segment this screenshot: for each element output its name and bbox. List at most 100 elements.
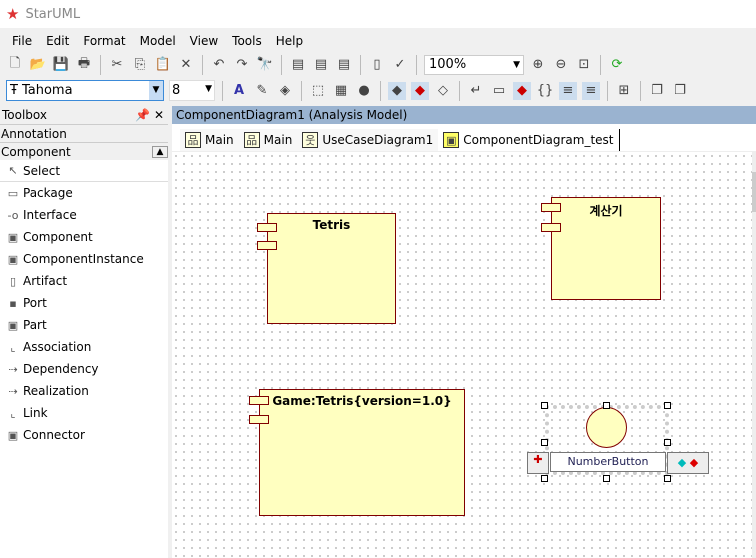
show-hide-icon[interactable]: ◆ ◆ [667, 452, 709, 474]
toolbox-item-association[interactable]: ⌞ Association [0, 336, 168, 358]
diagram-canvas[interactable]: Tetris 계산기 Game:Tetris{version=1.0} Numb… [172, 152, 756, 558]
find-icon[interactable]: 🔭 [256, 56, 274, 74]
brace-icon[interactable]: {} [536, 82, 554, 100]
toolbox-item-select[interactable]: ↖ Select [0, 160, 168, 182]
component-name: Tetris [312, 218, 351, 232]
send-back-icon[interactable]: ❐ [671, 82, 689, 100]
refresh-icon[interactable]: ⟳ [608, 56, 626, 74]
menu-file[interactable]: File [12, 34, 32, 48]
component-port-icon [257, 223, 277, 232]
separator [202, 54, 203, 75]
show-icon[interactable]: ◆ [388, 81, 406, 100]
zoom-fit-icon[interactable]: ⊡ [575, 56, 593, 74]
toolbox-controls: 📌 ✕ [135, 108, 164, 122]
resize-handle[interactable] [603, 475, 610, 482]
toolbox-item-artifact[interactable]: ▯ Artifact [0, 270, 168, 292]
hide-icon[interactable]: ◆ [411, 81, 429, 100]
menu-edit[interactable]: Edit [46, 34, 69, 48]
tab-componentdiagram-test[interactable]: ▣ ComponentDiagram_test [438, 129, 620, 151]
undo-icon[interactable]: ↶ [210, 56, 228, 74]
pin-icon[interactable]: 📌 [135, 108, 150, 122]
toolbox-item-interface[interactable]: -o Interface [0, 204, 168, 226]
toolbox-item-componentinstance[interactable]: ▣ ComponentInstance [0, 248, 168, 270]
close-icon[interactable]: ✕ [154, 108, 164, 122]
component-diagram-icon: ▣ [443, 132, 460, 148]
zoom-select[interactable]: 100% ▼ [424, 54, 524, 75]
toolbox-item-component[interactable]: ▣ Component [0, 226, 168, 248]
component-port-icon [541, 203, 561, 212]
wrap-icon[interactable]: ↵ [467, 82, 485, 100]
print-icon[interactable]: 🖶 [75, 56, 93, 74]
zoom-out-icon[interactable]: ⊖ [552, 56, 570, 74]
separator [459, 80, 460, 101]
resize-handle[interactable] [664, 402, 671, 409]
toolbox-item-realization[interactable]: ⇢ Realization [0, 380, 168, 402]
resize-handle[interactable] [541, 475, 548, 482]
save-icon[interactable]: 💾 [52, 56, 70, 74]
image-icon[interactable]: ▦ [332, 82, 350, 100]
tab-main-1[interactable]: 品 Main [180, 129, 239, 151]
toolbox-item-dependency[interactable]: ⇢ Dependency [0, 358, 168, 380]
resize-handle[interactable] [664, 439, 671, 446]
category-annotation[interactable]: Annotation [0, 124, 168, 142]
resize-handle[interactable] [541, 439, 548, 446]
interface-name-field[interactable]: NumberButton [550, 452, 666, 472]
toolbox-item-connector[interactable]: ▣ Connector [0, 424, 168, 446]
component-tetris[interactable]: Tetris [267, 213, 396, 324]
vertical-scrollbar[interactable] [752, 152, 756, 558]
component-calculator[interactable]: 계산기 [551, 197, 661, 300]
component-name: 계산기 [589, 204, 623, 218]
menu-tools[interactable]: Tools [232, 34, 262, 48]
tab-main-2[interactable]: 品 Main [238, 129, 298, 151]
font-select[interactable]: Ŧ Tahoma ▼ [6, 80, 164, 101]
tab-label: Main [263, 133, 293, 147]
verify-icon[interactable]: ✓ [391, 56, 409, 74]
font-color-icon[interactable]: A [230, 82, 248, 100]
menu-format[interactable]: Format [83, 34, 125, 48]
menu-model[interactable]: Model [140, 34, 176, 48]
tree-icon[interactable]: ⊞ [615, 82, 633, 100]
menu-view[interactable]: View [190, 34, 218, 48]
toolbox-item-link[interactable]: ⌞ Link [0, 402, 168, 424]
resize-handle[interactable] [664, 475, 671, 482]
standard-toolbar: 🗋 📂 💾 🖶 ✂ ⎘ 📋 ✕ ↶ ↷ 🔭 ▤ ▤ ▤ ▯ ✓ 100% ▼ ⊕ … [0, 52, 756, 77]
category-component[interactable]: Component ▲ [0, 142, 168, 160]
diagram-icon[interactable]: ▤ [335, 56, 353, 74]
cut-icon[interactable]: ✂ [108, 56, 126, 74]
highlight-icon[interactable]: ◆ [513, 81, 531, 100]
toolbox-item-part[interactable]: ▣ Part [0, 314, 168, 336]
resize-handle[interactable] [603, 402, 610, 409]
diagram-icon[interactable]: ▤ [312, 56, 330, 74]
attribute-icon[interactable]: ≡ [559, 81, 577, 100]
line-color-icon[interactable]: ✎ [253, 82, 271, 100]
shape-icon[interactable]: ● [355, 82, 373, 100]
xml-icon[interactable]: ▯ [368, 56, 386, 74]
copy-icon[interactable]: ⎘ [131, 56, 149, 74]
new-icon[interactable]: 🗋 [6, 56, 24, 74]
diagram-icon[interactable]: ▤ [289, 56, 307, 74]
fill-color-icon[interactable]: ◈ [276, 82, 294, 100]
open-icon[interactable]: 📂 [29, 56, 47, 74]
delete-icon[interactable]: ✕ [177, 56, 195, 74]
collapse-icon[interactable]: ▲ [152, 145, 168, 158]
suppress-icon[interactable]: ◇ [434, 82, 452, 100]
add-connector-icon[interactable]: ✚ [527, 452, 549, 474]
redo-icon[interactable]: ↷ [233, 56, 251, 74]
zoom-in-icon[interactable]: ⊕ [529, 56, 547, 74]
bring-front-icon[interactable]: ❐ [648, 82, 666, 100]
toolbox-item-label: Dependency [23, 362, 99, 376]
scrollbar-thumb[interactable] [752, 172, 756, 212]
component-game-tetris[interactable]: Game:Tetris{version=1.0} [259, 389, 465, 516]
toolbox-item-package[interactable]: ▭ Package [0, 182, 168, 204]
font-size-select[interactable]: 8 ▼ [169, 80, 215, 101]
operation-icon[interactable]: ≡ [582, 81, 600, 100]
tab-usecasediagram1[interactable]: 웃 UseCaseDiagram1 [297, 129, 439, 151]
select-region-icon[interactable]: ⬚ [309, 82, 327, 100]
menu-help[interactable]: Help [276, 34, 303, 48]
interface-circle[interactable] [586, 407, 627, 448]
compartment-icon[interactable]: ▭ [490, 82, 508, 100]
paste-icon[interactable]: 📋 [154, 56, 172, 74]
toolbox-item-port[interactable]: ▪ Port [0, 292, 168, 314]
resize-handle[interactable] [541, 402, 548, 409]
chevron-down-icon: ▼ [149, 81, 163, 100]
